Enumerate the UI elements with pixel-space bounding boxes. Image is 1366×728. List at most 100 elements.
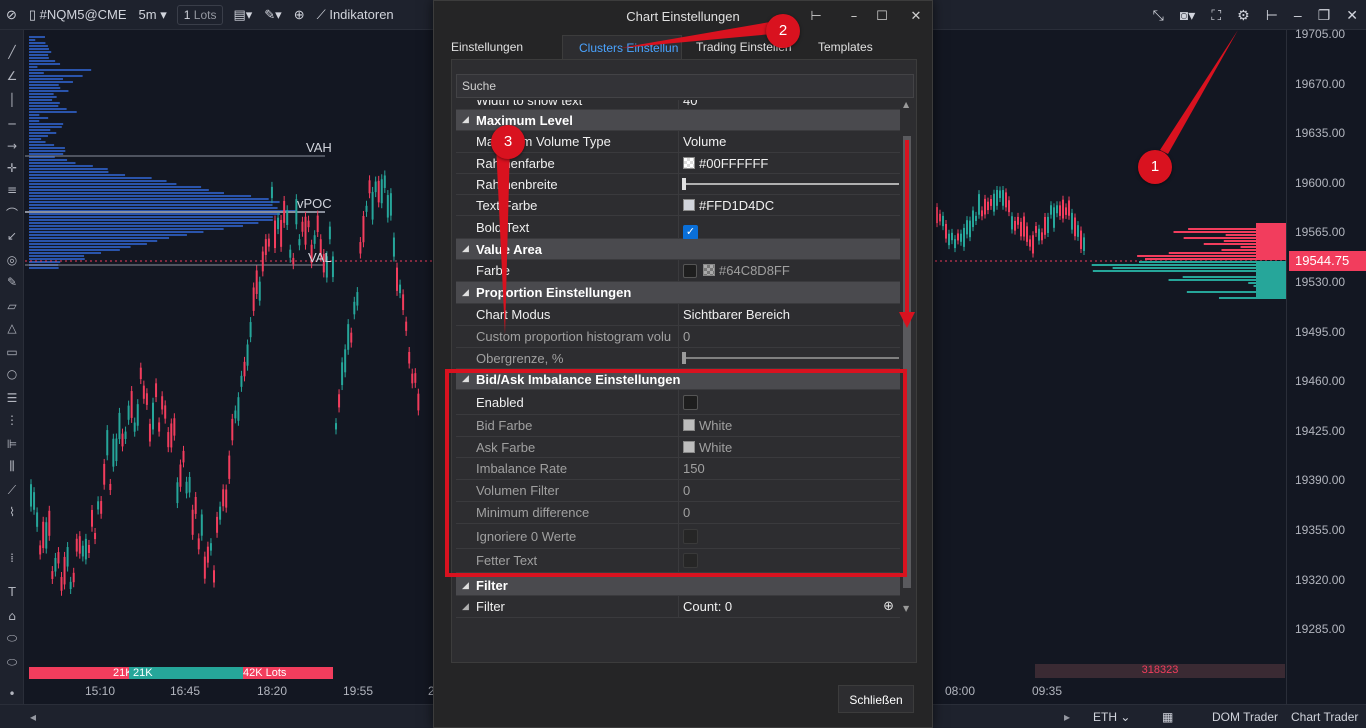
gear-icon[interactable]: ⚙ xyxy=(1229,0,1258,30)
time-tick: 16:45 xyxy=(170,684,201,698)
text-tool-icon[interactable]: T xyxy=(4,584,20,600)
lots-selector[interactable]: 1 Lots xyxy=(176,4,224,25)
tab-templates[interactable]: Templates xyxy=(802,35,889,59)
checkbox-cell[interactable]: ✓ xyxy=(678,216,900,240)
dots-icon[interactable]: ⁞ xyxy=(4,550,20,566)
collapse-icon[interactable]: ⤡ xyxy=(1145,0,1172,30)
levels-icon[interactable]: ⊫ xyxy=(4,436,20,452)
indicators-button[interactable]: ⟋ Indikatoren xyxy=(311,0,400,30)
property-value[interactable]: 0 xyxy=(678,326,900,347)
restore-icon[interactable]: ❐ xyxy=(1310,0,1339,30)
property-row[interactable]: Rahmenfarbe #00FFFFFF xyxy=(456,153,900,174)
close-icon[interactable]: ✕ xyxy=(1338,0,1366,30)
brush-icon[interactable]: ⌇ xyxy=(4,504,20,520)
category-filter[interactable]: ◢ Filter xyxy=(456,576,900,596)
chart-trader-button[interactable]: Chart Trader xyxy=(1291,705,1358,728)
fullscreen-icon[interactable]: ⛶ xyxy=(1203,0,1229,30)
logo-icon[interactable]: ⊘ xyxy=(0,0,23,30)
property-row[interactable]: Bold Text ✓ xyxy=(456,216,900,240)
maximize-icon[interactable]: ☐ xyxy=(872,7,892,27)
draw-button[interactable]: ✎▾ xyxy=(258,0,287,30)
price-tick: 19285.00 xyxy=(1295,622,1346,637)
search-input[interactable]: Suche xyxy=(456,74,914,98)
horizontal-line-icon[interactable]: ─ xyxy=(4,116,20,132)
dom-trader-button[interactable]: DOM Trader xyxy=(1212,705,1278,728)
camera-icon[interactable]: ◙▾ xyxy=(1172,0,1203,30)
parallel-lines-icon[interactable]: ≡ xyxy=(4,182,20,198)
property-value[interactable]: Count: 0 ⊕ xyxy=(678,596,900,617)
calendar-icon[interactable]: ▦ xyxy=(1162,705,1173,728)
chart-type-button[interactable]: ▤▾ xyxy=(227,0,258,30)
crosshair-icon[interactable]: ✛ xyxy=(4,160,20,176)
slider-thumb[interactable] xyxy=(682,178,686,190)
close-button[interactable]: Schließen xyxy=(838,685,914,713)
trend-icon[interactable]: ⟋ xyxy=(4,482,20,498)
slider-cell[interactable] xyxy=(678,174,900,194)
farbe-checkbox[interactable] xyxy=(683,264,697,278)
fib-icon[interactable]: ☰ xyxy=(4,390,20,406)
close-icon[interactable]: ✕ xyxy=(906,7,926,27)
tab-einstellungen[interactable]: Einstellungen xyxy=(435,35,539,59)
scroll-down-icon[interactable]: ▼ xyxy=(903,604,909,613)
category-value-area[interactable]: ◢ Value Area xyxy=(456,239,900,260)
slider-cell[interactable] xyxy=(678,348,900,368)
property-row[interactable]: Obergrenze, % xyxy=(456,348,900,369)
color-value[interactable]: #64C8D8FF xyxy=(678,260,900,281)
session-selector[interactable]: ETH ⌄ xyxy=(1093,705,1130,728)
pin-icon[interactable]: ⊢ xyxy=(806,7,826,27)
triangle-icon[interactable]: △ xyxy=(4,320,20,336)
price-axis[interactable]: 19544.75 19705.00 19670.00 19635.00 19600.0… xyxy=(1286,27,1366,706)
property-row[interactable]: Rahmenbreite xyxy=(456,174,900,195)
curve-tool-icon[interactable]: ⌒ xyxy=(4,206,20,222)
zoom-icon[interactable]: ⊕ xyxy=(288,0,311,30)
fib-extension-icon[interactable]: ⋮ xyxy=(4,412,20,428)
color-value[interactable]: #FFD1D4DC xyxy=(678,195,900,215)
property-row[interactable]: Custom proportion histogram volu 0 xyxy=(456,326,900,348)
property-row[interactable]: ◢ Filter Count: 0 ⊕ xyxy=(456,596,900,618)
symbol-selector[interactable]: ▯ #NQM5@CME xyxy=(23,0,133,30)
property-row[interactable]: Farbe #64C8D8FF xyxy=(456,260,900,282)
pencil-icon[interactable]: ✎ xyxy=(4,274,20,290)
category-proportion[interactable]: ◢ Proportion Einstellungen xyxy=(456,282,900,304)
callout-icon[interactable]: ⬭ xyxy=(4,654,20,670)
pin-icon[interactable]: ⊢ xyxy=(1258,0,1286,30)
property-value[interactable]: Sichtbarer Bereich xyxy=(678,304,900,325)
candle xyxy=(270,186,273,199)
timeframe-selector[interactable]: 5m ▾ xyxy=(133,0,173,30)
volume-profile-bar xyxy=(29,75,83,77)
property-row[interactable]: Width to show text 40 xyxy=(456,100,900,110)
ruler-icon[interactable]: ▱ xyxy=(4,298,20,314)
category-max-level[interactable]: ◢ Maximum Level xyxy=(456,110,900,131)
volume-profile-bar xyxy=(29,99,53,101)
property-row[interactable]: Chart Modus Sichtbarer Bereich xyxy=(456,304,900,326)
property-row[interactable]: Text Farbe #FFD1D4DC xyxy=(456,195,900,216)
property-value[interactable]: Volume xyxy=(678,131,900,152)
circle-icon[interactable]: ○ xyxy=(4,366,20,382)
scroll-up-icon[interactable]: ▲ xyxy=(903,100,909,109)
label-icon[interactable]: ⬭ xyxy=(4,630,20,646)
candle xyxy=(280,219,283,247)
tab-clusters[interactable]: Clusters Einstellun xyxy=(562,35,682,59)
ray-tool-icon[interactable]: ↙ xyxy=(4,228,20,244)
scroll-left-icon[interactable]: ◂ xyxy=(30,705,36,728)
minimize-icon[interactable]: – xyxy=(844,7,864,27)
bold-text-checkbox[interactable]: ✓ xyxy=(683,225,698,240)
angle-tool-icon[interactable]: ∠ xyxy=(4,68,20,84)
rectangle-icon[interactable]: ▭ xyxy=(4,344,20,360)
line-tool-icon[interactable]: ╱ xyxy=(4,44,20,60)
tag-icon[interactable]: ⌂ xyxy=(4,608,20,624)
property-value[interactable]: 40 xyxy=(678,100,900,109)
color-value[interactable]: #00FFFFFF xyxy=(678,153,900,173)
volume-profile-icon[interactable]: ⫼ xyxy=(4,458,20,474)
bullet-icon[interactable]: • xyxy=(4,686,20,702)
slider-track[interactable] xyxy=(683,183,899,185)
target-icon[interactable]: ◎ xyxy=(4,252,20,268)
add-icon[interactable]: ⊕ xyxy=(883,596,894,618)
minimize-icon[interactable]: – xyxy=(1286,0,1310,30)
slider-track[interactable] xyxy=(683,357,899,359)
vertical-line-icon[interactable]: │ xyxy=(4,92,20,108)
volume-left-b: 21K xyxy=(133,667,153,679)
scroll-right-icon[interactable]: ▸ xyxy=(1064,705,1070,728)
arrow-tool-icon[interactable]: → xyxy=(4,138,20,154)
slider-thumb[interactable] xyxy=(682,352,686,364)
